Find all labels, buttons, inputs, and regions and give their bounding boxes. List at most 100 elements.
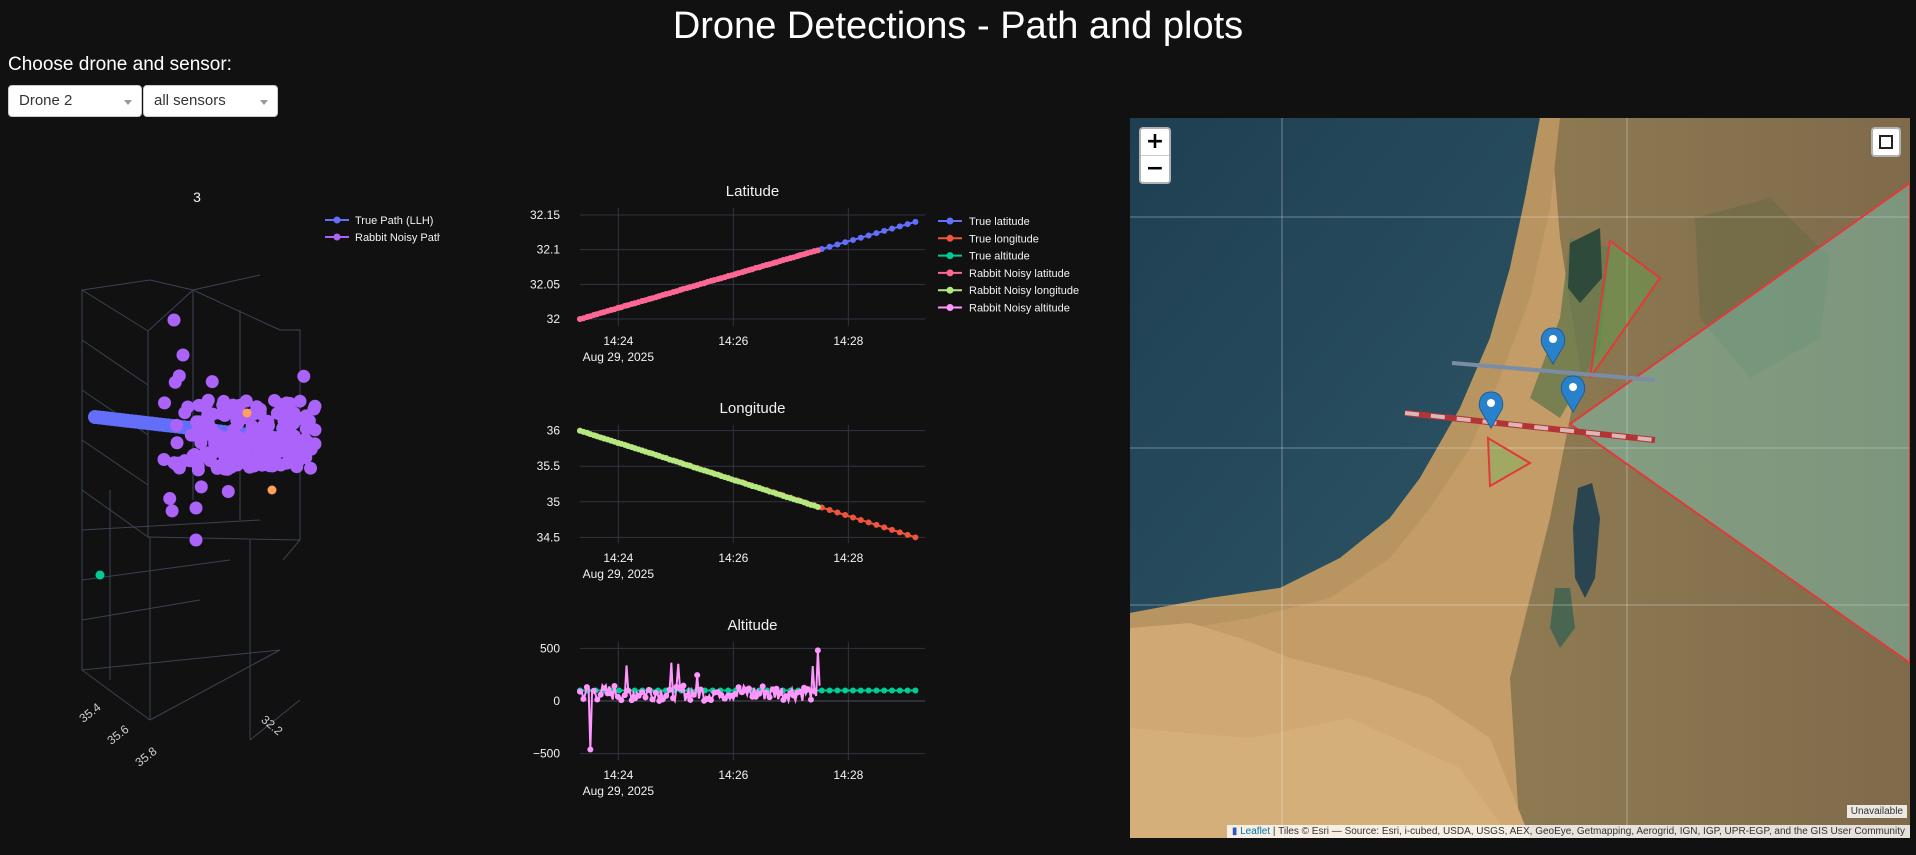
data-point bbox=[842, 511, 849, 518]
plots-2d[interactable]: Latitude 14:24 14:26 14:28 Aug 29, 2025 32 32.… bbox=[500, 180, 1120, 820]
chart-longitude[interactable]: Longitude 14:24 14:26 14:28 Aug 29, 2025 34.5… bbox=[537, 400, 925, 581]
x-date-label: Aug 29, 2025 bbox=[583, 784, 655, 798]
data-point bbox=[857, 516, 864, 523]
plot-3d-title: 3 bbox=[193, 189, 201, 205]
map[interactable]: + − Unavailable ▮ Leaflet | Tiles © Esri… bbox=[1130, 118, 1910, 838]
legend-item[interactable]: Rabbit Noisy latitude bbox=[969, 268, 1070, 280]
x-tick-label: 14:24 bbox=[603, 768, 633, 782]
data-point bbox=[850, 687, 857, 694]
data-point bbox=[191, 463, 205, 477]
zoom-out-button[interactable]: − bbox=[1141, 155, 1169, 182]
y-tick-label: 32.15 bbox=[530, 208, 560, 222]
data-point bbox=[904, 687, 911, 694]
chart-latitude[interactable]: Latitude 14:24 14:26 14:28 Aug 29, 2025 32 32.… bbox=[530, 183, 925, 364]
data-point bbox=[652, 689, 659, 696]
data-point bbox=[756, 690, 763, 697]
map-pin-icon[interactable] bbox=[1560, 375, 1586, 413]
data-point bbox=[611, 683, 618, 690]
data-point bbox=[912, 687, 919, 694]
data-point bbox=[170, 436, 184, 450]
data-point bbox=[577, 688, 583, 695]
drone-select[interactable]: Drone 2 bbox=[8, 85, 142, 117]
data-point bbox=[842, 239, 849, 246]
data-point bbox=[261, 455, 275, 469]
leaflet-link[interactable]: Leaflet bbox=[1240, 826, 1270, 837]
data-point bbox=[842, 687, 849, 694]
data-point bbox=[217, 394, 231, 408]
data-point bbox=[601, 685, 608, 692]
tick-label: 35.6 bbox=[104, 722, 131, 748]
data-point bbox=[807, 696, 814, 703]
map-pin-icon[interactable] bbox=[1478, 391, 1504, 429]
legend-item[interactable]: Rabbit Noisy longitude bbox=[969, 285, 1079, 297]
data-point bbox=[580, 695, 587, 702]
legend-item[interactable]: True altitude bbox=[969, 251, 1030, 263]
legend-item[interactable]: True longitude bbox=[969, 233, 1039, 245]
map-pin-icon[interactable] bbox=[1540, 327, 1566, 365]
attribution-text: | Tiles © Esri — Source: Esri, i-cubed, … bbox=[1270, 826, 1905, 837]
legend-item[interactable]: True latitude bbox=[969, 216, 1030, 228]
data-point bbox=[594, 696, 601, 703]
data-point bbox=[857, 687, 864, 694]
legend-item[interactable]: Rabbit Noisy altitude bbox=[969, 303, 1070, 315]
chooser-label: Choose drone and sensor: bbox=[8, 54, 232, 75]
data-point bbox=[250, 400, 264, 414]
data-point bbox=[194, 480, 208, 494]
data-point bbox=[225, 431, 239, 445]
data-point bbox=[850, 236, 857, 243]
data-point bbox=[170, 418, 184, 432]
y-tick-label: 500 bbox=[540, 641, 560, 655]
data-point bbox=[232, 452, 246, 466]
data-point bbox=[293, 394, 307, 408]
legend-noisy-path[interactable]: Rabbit Noisy Path bbox=[355, 232, 440, 244]
data-point bbox=[158, 396, 172, 410]
data-point bbox=[811, 688, 818, 695]
data-point bbox=[766, 694, 773, 701]
series-rabbit-noisy-longitude bbox=[577, 427, 821, 510]
data-point bbox=[205, 375, 219, 389]
data-point bbox=[666, 686, 673, 693]
plot-3d-legend[interactable]: True Path (LLH) Rabbit Noisy Path bbox=[325, 215, 440, 244]
y-tick-label: 36 bbox=[547, 424, 561, 438]
legend-true-path[interactable]: True Path (LLH) bbox=[355, 215, 433, 227]
x-tick-label: 14:28 bbox=[833, 334, 863, 348]
sensor-markers bbox=[1478, 327, 1586, 429]
data-point bbox=[912, 218, 919, 225]
data-point bbox=[680, 682, 687, 689]
plots-2d-legend[interactable]: True latitude True longitude True altitude… bbox=[938, 216, 1079, 315]
data-point bbox=[590, 687, 597, 694]
data-point bbox=[732, 691, 739, 698]
map-tile-unavailable: Unavailable bbox=[1846, 805, 1907, 818]
chart-altitude[interactable]: Altitude 14:24 14:26 14:28 Aug 29, 2025 −500 0… bbox=[533, 617, 925, 798]
data-point bbox=[896, 529, 903, 536]
data-point bbox=[881, 227, 888, 234]
data-point bbox=[176, 348, 190, 362]
flag-icon: ▮ bbox=[1231, 826, 1238, 837]
fullscreen-button[interactable] bbox=[1871, 127, 1901, 157]
data-point bbox=[268, 393, 282, 407]
data-point bbox=[608, 690, 615, 697]
data-point bbox=[215, 445, 229, 459]
zoom-in-button[interactable]: + bbox=[1141, 129, 1169, 155]
data-point bbox=[642, 694, 649, 701]
data-point bbox=[165, 504, 179, 518]
chart-title: Altitude bbox=[727, 617, 777, 634]
data-point bbox=[221, 484, 235, 498]
sensor-select-value: all sensors bbox=[154, 92, 226, 109]
y-tick-label: −500 bbox=[533, 747, 560, 761]
data-point bbox=[690, 691, 697, 698]
sensor-select[interactable]: all sensors bbox=[143, 85, 278, 117]
data-point bbox=[271, 431, 285, 445]
data-point bbox=[865, 232, 872, 239]
plot-3d[interactable]: 3 True Path (LLH) Rabbit Noisy Path 35.4 bbox=[0, 180, 440, 780]
data-point bbox=[687, 696, 694, 703]
data-point bbox=[250, 452, 264, 466]
y-tick-label: 0 bbox=[553, 694, 560, 708]
x-tick-label: 14:24 bbox=[603, 551, 633, 565]
data-point bbox=[857, 234, 864, 241]
data-point bbox=[261, 414, 275, 428]
y-tick-label: 32.05 bbox=[530, 277, 560, 291]
data-point bbox=[167, 456, 181, 470]
chevron-down-icon bbox=[124, 100, 132, 105]
x-tick-label: 14:28 bbox=[833, 551, 863, 565]
